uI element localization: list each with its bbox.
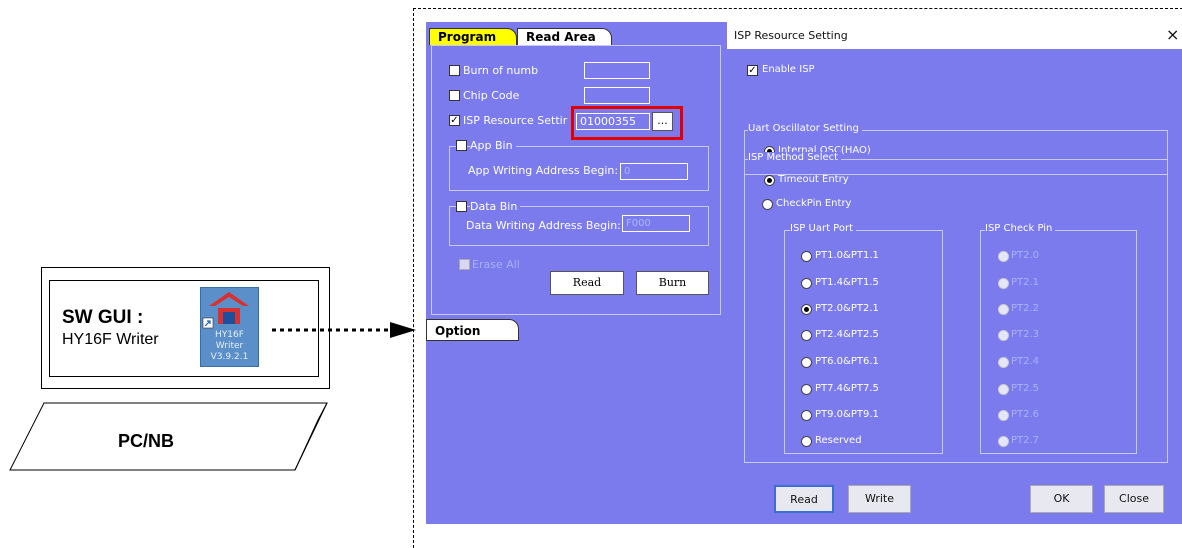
- icon-label-line3: V3.9.2.1: [210, 352, 249, 362]
- data-bin-label: Data Bin: [470, 200, 521, 213]
- uart-port-radio[interactable]: [801, 278, 812, 289]
- app-bin-label: App Bin: [470, 139, 516, 152]
- isp-resource-checkbox[interactable]: ✓: [449, 115, 460, 126]
- read-button[interactable]: Read: [550, 271, 624, 295]
- check-pin-label: PT2.4: [1011, 356, 1040, 367]
- chip-code-field[interactable]: [584, 87, 650, 104]
- check-pin-radio[interactable]: [998, 304, 1009, 315]
- erase-all-checkbox[interactable]: [459, 259, 470, 270]
- uart-port-radio[interactable]: [801, 410, 812, 421]
- dialog-write-button[interactable]: Write: [848, 485, 911, 513]
- check-pin-label: PT2.6: [1011, 409, 1040, 420]
- checkpin-entry-label: CheckPin Entry: [776, 198, 852, 209]
- icon-label-line2: Writer: [215, 341, 244, 351]
- check-pin-radio[interactable]: [998, 278, 1009, 289]
- data-addr-field[interactable]: F000: [622, 215, 690, 232]
- checkpin-entry-radio[interactable]: [762, 199, 773, 210]
- close-icon[interactable]: ×: [1166, 25, 1179, 44]
- uart-osc-group-label: Uart Oscillator Setting: [748, 123, 862, 134]
- data-addr-label: Data Writing Address Begin:: [466, 219, 621, 232]
- check-pin-label: PT2.3: [1011, 329, 1040, 340]
- tab-program[interactable]: Program: [429, 28, 517, 45]
- burn-of-numb-checkbox[interactable]: [449, 65, 460, 76]
- isp-method-group-label: ISP Method Select: [748, 152, 842, 163]
- uart-port-label: PT7.4&PT7.5: [815, 383, 879, 394]
- uart-port-radio[interactable]: [801, 330, 812, 341]
- sw-gui-title: SW GUI :: [62, 307, 144, 328]
- sw-gui-subtitle: HY16F Writer: [62, 331, 159, 348]
- icon-label-line1: HY16F: [215, 330, 244, 340]
- check-pin-radio[interactable]: [998, 436, 1009, 447]
- app-addr-label: App Writing Address Begin:: [468, 164, 619, 177]
- burn-of-numb-label: Burn of numb: [463, 64, 539, 77]
- check-pin-radio[interactable]: [998, 410, 1009, 421]
- enable-isp-checkbox[interactable]: ✓: [747, 65, 758, 76]
- uart-port-radio[interactable]: [801, 436, 812, 447]
- check-pin-radio[interactable]: [998, 251, 1009, 262]
- isp-uart-port-label: ISP Uart Port: [790, 223, 856, 234]
- writer-logo-icon: [202, 292, 249, 329]
- uart-port-label: PT2.4&PT2.5: [815, 329, 879, 340]
- uart-port-label: PT1.4&PT1.5: [815, 277, 879, 288]
- uart-port-label: PT9.0&PT9.1: [815, 409, 879, 420]
- data-bin-checkbox[interactable]: [456, 201, 467, 212]
- timeout-entry-radio[interactable]: [764, 175, 775, 186]
- chip-code-checkbox[interactable]: [449, 90, 460, 101]
- uart-port-label: PT1.0&PT1.1: [815, 250, 879, 261]
- pc-nb-label: PC/NB: [118, 431, 175, 451]
- uart-port-label: PT2.0&PT2.1: [815, 303, 879, 314]
- program-panel: Program Read Area Burn of numb Chip Code…: [426, 22, 727, 524]
- check-pin-label: PT2.5: [1011, 383, 1040, 394]
- tab-read-area[interactable]: Read Area: [517, 28, 612, 45]
- check-pin-radio[interactable]: [998, 330, 1009, 341]
- burn-of-numb-field[interactable]: [584, 62, 650, 79]
- timeout-entry-label: Timeout Entry: [778, 174, 849, 185]
- close-button[interactable]: Close: [1104, 485, 1164, 513]
- uart-port-label: PT6.0&PT6.1: [815, 356, 879, 367]
- uart-port-radio[interactable]: [801, 384, 812, 395]
- isp-check-pin-label: ISP Check Pin: [985, 223, 1056, 234]
- check-pin-label: PT2.7: [1011, 435, 1040, 446]
- chip-code-label: Chip Code: [463, 89, 520, 102]
- dialog-read-button[interactable]: Read: [774, 485, 834, 513]
- isp-resource-value[interactable]: 01000355: [576, 113, 650, 130]
- burn-button[interactable]: Burn: [636, 271, 709, 295]
- uart-port-radio[interactable]: [801, 304, 812, 315]
- erase-all-label: Erase All: [472, 258, 520, 271]
- hy16f-writer-app-icon[interactable]: HY16F Writer V3.9.2.1: [200, 287, 259, 367]
- isp-dialog-title: ISP Resource Setting: [734, 29, 848, 42]
- check-pin-label: PT2.2: [1011, 303, 1040, 314]
- isp-dialog-titlebar: ISP Resource Setting ×: [727, 22, 1182, 49]
- uart-port-label: Reserved: [815, 435, 862, 446]
- isp-browse-button[interactable]: ...: [652, 112, 673, 131]
- check-pin-radio[interactable]: [998, 384, 1009, 395]
- app-addr-field[interactable]: 0: [620, 163, 688, 180]
- app-bin-checkbox[interactable]: [456, 140, 467, 151]
- enable-isp-label: Enable ISP: [762, 64, 815, 75]
- check-pin-label: PT2.0: [1011, 250, 1040, 261]
- isp-resource-label: ISP Resource Settir: [463, 114, 568, 127]
- uart-port-radio[interactable]: [801, 357, 812, 368]
- check-pin-radio[interactable]: [998, 357, 1009, 368]
- tab-option[interactable]: Option: [426, 319, 519, 341]
- check-pin-label: PT2.1: [1011, 277, 1040, 288]
- dotted-arrow-connector: [272, 322, 416, 338]
- ok-button[interactable]: OK: [1030, 485, 1093, 513]
- uart-port-radio[interactable]: [801, 251, 812, 262]
